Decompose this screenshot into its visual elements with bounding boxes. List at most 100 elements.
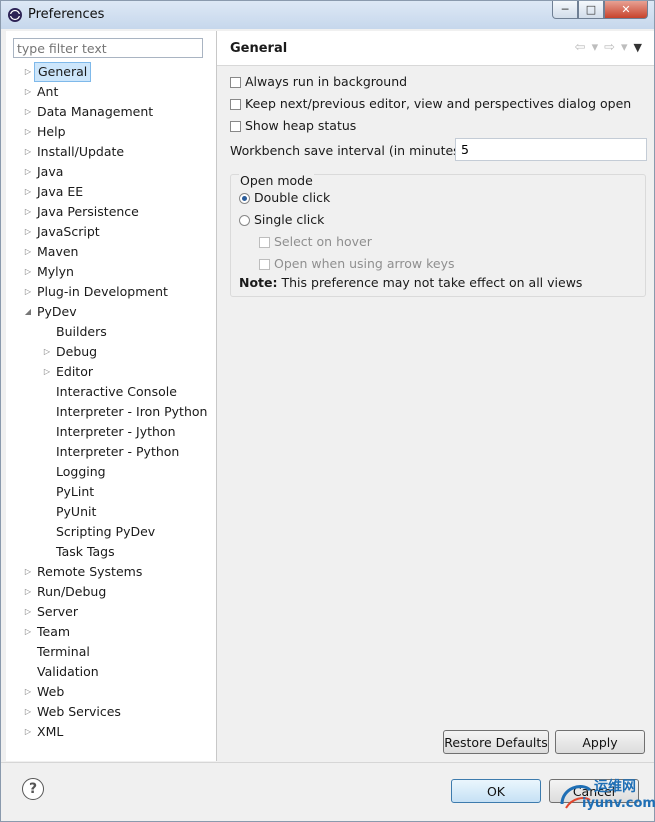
tree-item[interactable]: Interpreter - Python	[6, 442, 216, 462]
forward-menu-icon[interactable]: ▾	[621, 40, 628, 55]
tree-item-label[interactable]: Plug-in Development	[34, 282, 171, 302]
collapsed-twisty-icon[interactable]: ▷	[23, 62, 33, 82]
tree-item-label[interactable]: Builders	[53, 322, 110, 342]
tree-item-label[interactable]: Java	[34, 162, 66, 182]
tree-item-label[interactable]: Validation	[34, 662, 102, 682]
tree-item[interactable]: ▷ Editor	[6, 362, 216, 382]
view-menu-icon[interactable]: ▼	[634, 41, 642, 54]
always-run-background-checkbox[interactable]	[230, 77, 241, 88]
collapsed-twisty-icon[interactable]: ▷	[23, 582, 33, 602]
tree-item[interactable]: Task Tags	[6, 542, 216, 562]
tree-item[interactable]: ▷ Remote Systems	[6, 562, 216, 582]
expanded-twisty-icon[interactable]: ◢	[23, 302, 33, 322]
tree-item-label[interactable]: Interpreter - Jython	[53, 422, 179, 442]
tree-item-label[interactable]: Interpreter - Iron Python	[53, 402, 210, 422]
tree-item-label[interactable]: Terminal	[34, 642, 93, 662]
collapsed-twisty-icon[interactable]: ▷	[23, 82, 33, 102]
tree-item[interactable]: ▷ Help	[6, 122, 216, 142]
tree-item[interactable]: ▷ Java EE	[6, 182, 216, 202]
back-arrow-icon[interactable]: ⇦	[575, 40, 586, 55]
always-run-background-option[interactable]: Always run in background	[230, 72, 407, 92]
tree-item[interactable]: ▷ General	[6, 62, 216, 82]
apply-button[interactable]: Apply	[555, 730, 645, 754]
double-click-option[interactable]: Double click	[239, 188, 330, 208]
tree-item[interactable]: Interactive Console	[6, 382, 216, 402]
tree-item-label[interactable]: XML	[34, 722, 66, 742]
tree-item[interactable]: ▷ Debug	[6, 342, 216, 362]
tree-item[interactable]: ▷ Run/Debug	[6, 582, 216, 602]
tree-item[interactable]: ▷ Data Management	[6, 102, 216, 122]
collapsed-twisty-icon[interactable]: ▷	[23, 182, 33, 202]
single-click-option[interactable]: Single click	[239, 210, 324, 230]
collapsed-twisty-icon[interactable]: ▷	[23, 162, 33, 182]
tree-item-label[interactable]: Interactive Console	[53, 382, 180, 402]
collapsed-twisty-icon[interactable]: ▷	[23, 202, 33, 222]
tree-item[interactable]: ▷ Ant	[6, 82, 216, 102]
tree-item-label[interactable]: Editor	[53, 362, 96, 382]
tree-item-label[interactable]: Interpreter - Python	[53, 442, 182, 462]
tree-item-label[interactable]: PyDev	[34, 302, 80, 322]
tree-item[interactable]: PyUnit	[6, 502, 216, 522]
show-heap-status-checkbox[interactable]	[230, 121, 241, 132]
tree-item-label[interactable]: Install/Update	[34, 142, 127, 162]
ok-button[interactable]: OK	[451, 779, 541, 803]
collapsed-twisty-icon[interactable]: ▷	[23, 122, 33, 142]
tree-item-label[interactable]: Maven	[34, 242, 81, 262]
collapsed-twisty-icon[interactable]: ▷	[23, 702, 33, 722]
tree-item[interactable]: Builders	[6, 322, 216, 342]
tree-item[interactable]: ▷ JavaScript	[6, 222, 216, 242]
tree-item[interactable]: ▷ Mylyn	[6, 262, 216, 282]
collapsed-twisty-icon[interactable]: ▷	[23, 222, 33, 242]
tree-item-label[interactable]: Ant	[34, 82, 61, 102]
tree-item[interactable]: Terminal	[6, 642, 216, 662]
tree-item-label[interactable]: PyLint	[53, 482, 97, 502]
tree-item-label[interactable]: Run/Debug	[34, 582, 109, 602]
close-button[interactable]: ✕	[604, 1, 648, 19]
tree-item[interactable]: ▷ Web Services	[6, 702, 216, 722]
tree-item-label[interactable]: Web	[34, 682, 67, 702]
tree-item[interactable]: ▷ Web	[6, 682, 216, 702]
tree-item[interactable]: ▷ Install/Update	[6, 142, 216, 162]
collapsed-twisty-icon[interactable]: ▷	[23, 242, 33, 262]
tree-item-label[interactable]: Scripting PyDev	[53, 522, 158, 542]
minimize-button[interactable]: ─	[552, 1, 578, 19]
tree-item-label[interactable]: Task Tags	[53, 542, 118, 562]
collapsed-twisty-icon[interactable]: ▷	[23, 562, 33, 582]
tree-item-label[interactable]: Logging	[53, 462, 109, 482]
tree-item[interactable]: ▷ Plug-in Development	[6, 282, 216, 302]
tree-item[interactable]: ▷ Team	[6, 622, 216, 642]
collapsed-twisty-icon[interactable]: ▷	[23, 722, 33, 742]
collapsed-twisty-icon[interactable]: ▷	[23, 602, 33, 622]
tree-item[interactable]: ▷ Java	[6, 162, 216, 182]
tree-item[interactable]: ▷ Maven	[6, 242, 216, 262]
filter-input[interactable]	[13, 38, 203, 58]
maximize-button[interactable]: □	[578, 1, 604, 19]
tree-item[interactable]: ▷ XML	[6, 722, 216, 742]
tree-item[interactable]: Validation	[6, 662, 216, 682]
tree-item-label[interactable]: JavaScript	[34, 222, 103, 242]
tree-item[interactable]: Interpreter - Iron Python	[6, 402, 216, 422]
tree-item[interactable]: ◢ PyDev	[6, 302, 216, 322]
keep-dialog-open-option[interactable]: Keep next/previous editor, view and pers…	[230, 94, 631, 114]
tree-item[interactable]: Scripting PyDev	[6, 522, 216, 542]
collapsed-twisty-icon[interactable]: ▷	[42, 362, 52, 382]
collapsed-twisty-icon[interactable]: ▷	[23, 142, 33, 162]
save-interval-input[interactable]	[455, 138, 647, 161]
single-click-radio[interactable]	[239, 215, 250, 226]
tree-item[interactable]: ▷ Server	[6, 602, 216, 622]
collapsed-twisty-icon[interactable]: ▷	[23, 102, 33, 122]
tree-item-label[interactable]: General	[34, 62, 92, 82]
back-menu-icon[interactable]: ▾	[592, 40, 599, 55]
tree-item-label[interactable]: Team	[34, 622, 73, 642]
collapsed-twisty-icon[interactable]: ▷	[23, 622, 33, 642]
keep-dialog-open-checkbox[interactable]	[230, 99, 241, 110]
tree-item-label[interactable]: Remote Systems	[34, 562, 145, 582]
tree-item-label[interactable]: Debug	[53, 342, 100, 362]
tree-item-label[interactable]: Java Persistence	[34, 202, 142, 222]
double-click-radio[interactable]	[239, 193, 250, 204]
tree-item[interactable]: PyLint	[6, 482, 216, 502]
collapsed-twisty-icon[interactable]: ▷	[23, 262, 33, 282]
tree-item[interactable]: Logging	[6, 462, 216, 482]
tree-item[interactable]: Interpreter - Jython	[6, 422, 216, 442]
tree-item-label[interactable]: Java EE	[34, 182, 86, 202]
